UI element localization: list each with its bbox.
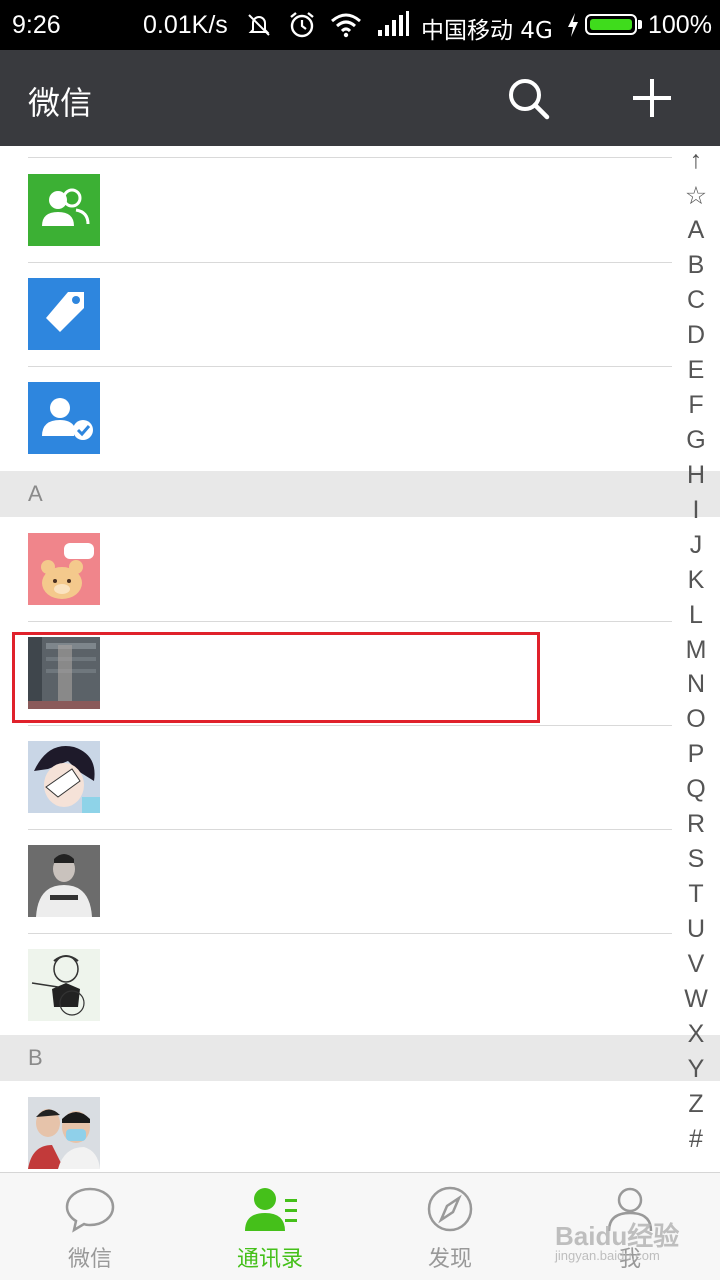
index-letter[interactable]: M [672, 636, 720, 665]
tab-label: 通讯录 [236, 1247, 303, 1272]
battery-icon [585, 14, 637, 35]
index-letter[interactable]: R [672, 810, 720, 839]
contacts-icon [245, 1188, 297, 1231]
status-time: 9:26 [12, 11, 61, 39]
watermark-brand: Baidu经验 [555, 1221, 680, 1251]
contact-row[interactable] [0, 829, 672, 933]
index-letter[interactable]: L [672, 601, 720, 630]
row-divider [28, 621, 672, 622]
section-letter: A [28, 481, 43, 506]
index-letter[interactable]: B [672, 251, 720, 280]
avatar [28, 845, 100, 917]
title-bar: 微信 [0, 50, 720, 146]
index-letter[interactable]: C [672, 286, 720, 315]
mute-vibrate-icon [248, 14, 270, 36]
official-account-icon [28, 382, 100, 454]
row-divider [28, 262, 672, 263]
avatar [28, 533, 100, 605]
page-title: 微信 [28, 84, 93, 122]
status-bar: 9:26 0.01K/s 中国移动 4G 100% [0, 0, 720, 50]
index-letter[interactable]: N [672, 670, 720, 699]
network-speed: 0.01K/s [143, 11, 228, 39]
tab-label: 发现 [427, 1247, 472, 1272]
battery-percent: 100% [648, 11, 712, 39]
index-letter[interactable]: ☆ [672, 181, 720, 211]
index-letter[interactable]: D [672, 321, 720, 350]
new-friends-entry[interactable] [0, 158, 672, 262]
row-divider [28, 725, 672, 726]
row-divider [28, 829, 672, 830]
index-letter[interactable]: V [672, 950, 720, 979]
index-letter[interactable]: Y [672, 1055, 720, 1084]
index-letter[interactable]: J [672, 531, 720, 560]
tab-discover[interactable]: 发现 [360, 1173, 540, 1281]
contact-row[interactable] [0, 933, 672, 1037]
plus-icon[interactable] [626, 72, 678, 124]
chat-bubble-icon [65, 1187, 115, 1233]
row-divider [28, 933, 672, 934]
index-letter[interactable]: H [672, 461, 720, 490]
compass-icon [427, 1186, 473, 1232]
index-letter[interactable]: Z [672, 1090, 720, 1119]
battery-level [590, 19, 632, 30]
index-letter[interactable]: T [672, 880, 720, 909]
section-header-b: B [0, 1035, 720, 1081]
contact-row[interactable] [0, 725, 672, 829]
index-letter[interactable]: # [672, 1125, 720, 1154]
official-accounts-entry[interactable] [0, 366, 672, 470]
section-header-a: A [0, 471, 720, 517]
tab-contacts[interactable]: 通讯录 [180, 1173, 360, 1281]
index-letter[interactable]: K [672, 566, 720, 595]
index-letter[interactable]: ↑ [672, 146, 720, 175]
index-letter[interactable]: U [672, 915, 720, 944]
contact-row[interactable] [0, 517, 672, 621]
alphabet-index[interactable]: ↑ ☆ A B C D E F G H I J K L M N O P Q R S T U V W X Y Z # [672, 146, 720, 1172]
index-letter[interactable]: P [672, 740, 720, 769]
highlight-box [12, 632, 540, 723]
tags-entry[interactable] [0, 262, 672, 366]
signal-icon [378, 11, 409, 36]
index-letter[interactable]: O [672, 705, 720, 734]
contact-row[interactable] [0, 1081, 672, 1172]
index-letter[interactable]: A [672, 216, 720, 245]
carrier-name: 中国移动 4G [421, 18, 553, 44]
alarm-icon [290, 12, 314, 38]
battery-tip [638, 20, 642, 29]
tab-chats[interactable]: 微信 [0, 1173, 180, 1281]
index-letter[interactable]: Q [672, 775, 720, 804]
index-letter[interactable]: X [672, 1020, 720, 1049]
index-letter[interactable]: S [672, 845, 720, 874]
row-divider [28, 366, 672, 367]
tab-label: 微信 [67, 1247, 112, 1272]
watermark-url: jingyan.baidu.com [555, 1248, 660, 1263]
index-letter[interactable]: I [672, 496, 720, 525]
group-chat-icon [28, 174, 100, 246]
avatar [28, 741, 100, 813]
avatar [28, 949, 100, 1021]
avatar [28, 1097, 100, 1169]
wifi-icon [331, 13, 361, 38]
charging-icon [568, 13, 578, 37]
section-letter: B [28, 1045, 43, 1070]
baidu-watermark: Baidu经验 jingyan.baidu.com [555, 1216, 680, 1263]
index-letter[interactable]: F [672, 391, 720, 420]
index-letter[interactable]: W [672, 985, 720, 1014]
tag-icon [28, 278, 100, 350]
index-letter[interactable]: G [672, 426, 720, 455]
index-letter[interactable]: E [672, 356, 720, 385]
search-icon[interactable] [502, 72, 554, 124]
